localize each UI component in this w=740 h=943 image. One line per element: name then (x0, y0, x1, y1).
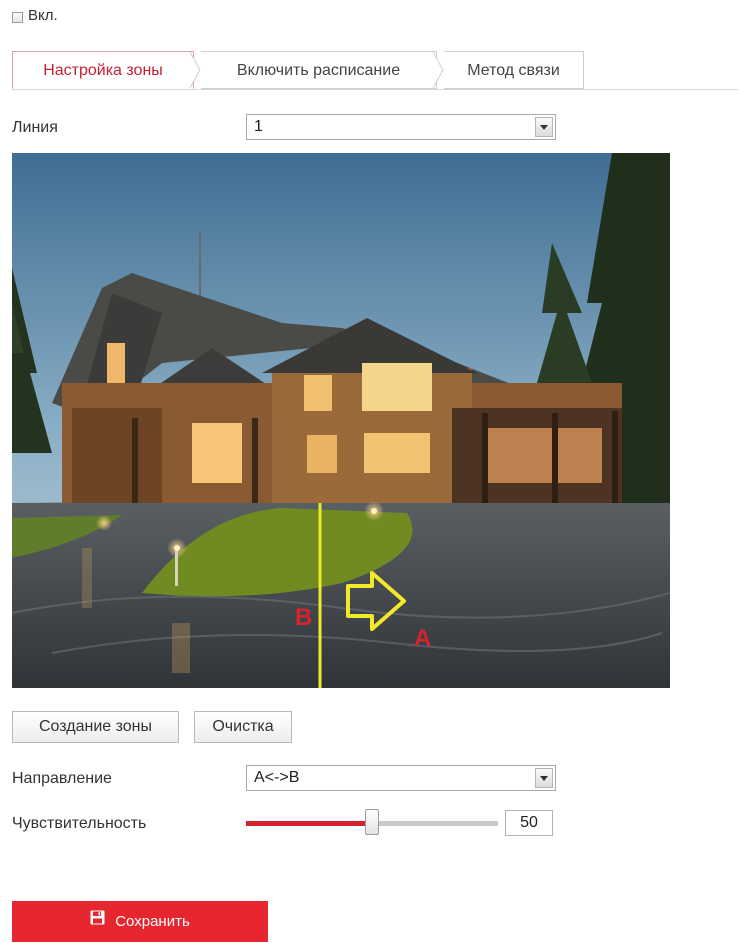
tab-enable-schedule[interactable]: Включить расписание (201, 51, 437, 89)
sensitivity-value-field[interactable]: 50 (505, 810, 553, 836)
marker-a-label: A (414, 625, 431, 652)
clear-button[interactable]: Очистка (194, 711, 292, 743)
sensitivity-slider-thumb[interactable] (365, 809, 379, 835)
marker-b-label: B (295, 604, 312, 631)
save-button[interactable]: Сохранить (12, 901, 268, 942)
line-select[interactable]: 1 (246, 114, 556, 140)
save-button-label: Сохранить (115, 913, 190, 930)
create-area-button[interactable]: Создание зоны (12, 711, 179, 743)
enable-label: Вкл. (28, 7, 58, 24)
tab-linkage-method[interactable]: Метод связи (444, 51, 584, 89)
tab-separator-chevron (432, 52, 444, 88)
direction-select[interactable]: A<->B (246, 765, 556, 791)
line-select-value: 1 (254, 118, 263, 135)
floppy-disk-icon (90, 900, 105, 941)
tab-area-settings[interactable]: Настройка зоны (12, 51, 194, 89)
sensitivity-slider-fill (246, 821, 372, 826)
chevron-down-icon[interactable] (535, 117, 553, 137)
enable-checkbox[interactable] (12, 12, 23, 23)
direction-label: Направление (12, 770, 112, 787)
line-label: Линия (12, 119, 58, 136)
chevron-down-icon[interactable] (535, 768, 553, 788)
tab-separator-chevron (189, 52, 201, 88)
direction-select-value: A<->B (254, 769, 300, 786)
video-preview[interactable]: B A (12, 153, 670, 688)
sensitivity-label: Чувствительность (12, 815, 147, 832)
